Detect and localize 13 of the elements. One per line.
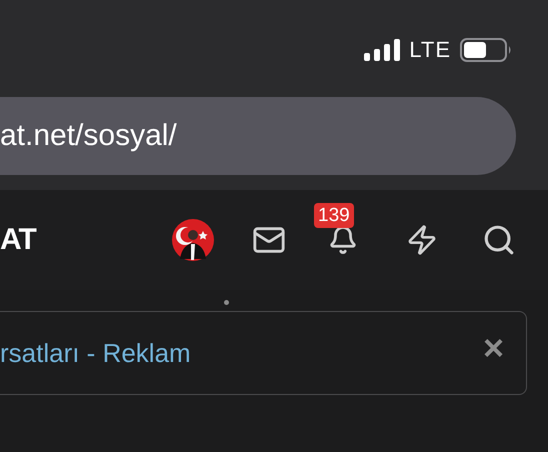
search-icon[interactable] bbox=[482, 223, 516, 257]
url-text: at.net/sosyal/ bbox=[0, 121, 177, 151]
signal-icon bbox=[364, 38, 400, 60]
network-label: LTE bbox=[409, 38, 451, 60]
ad-link[interactable]: rsatları - Reklam bbox=[0, 340, 191, 366]
battery-icon bbox=[460, 38, 512, 62]
lightning-icon[interactable] bbox=[406, 224, 438, 256]
avatar[interactable] bbox=[172, 219, 214, 261]
address-bar[interactable]: at.net/sosyal/ bbox=[0, 97, 516, 175]
site-logo[interactable]: AT bbox=[0, 225, 36, 255]
close-button[interactable]: × bbox=[482, 330, 504, 366]
notification-count-badge: 139 bbox=[314, 203, 354, 228]
notification-bell-icon[interactable] bbox=[328, 225, 358, 255]
